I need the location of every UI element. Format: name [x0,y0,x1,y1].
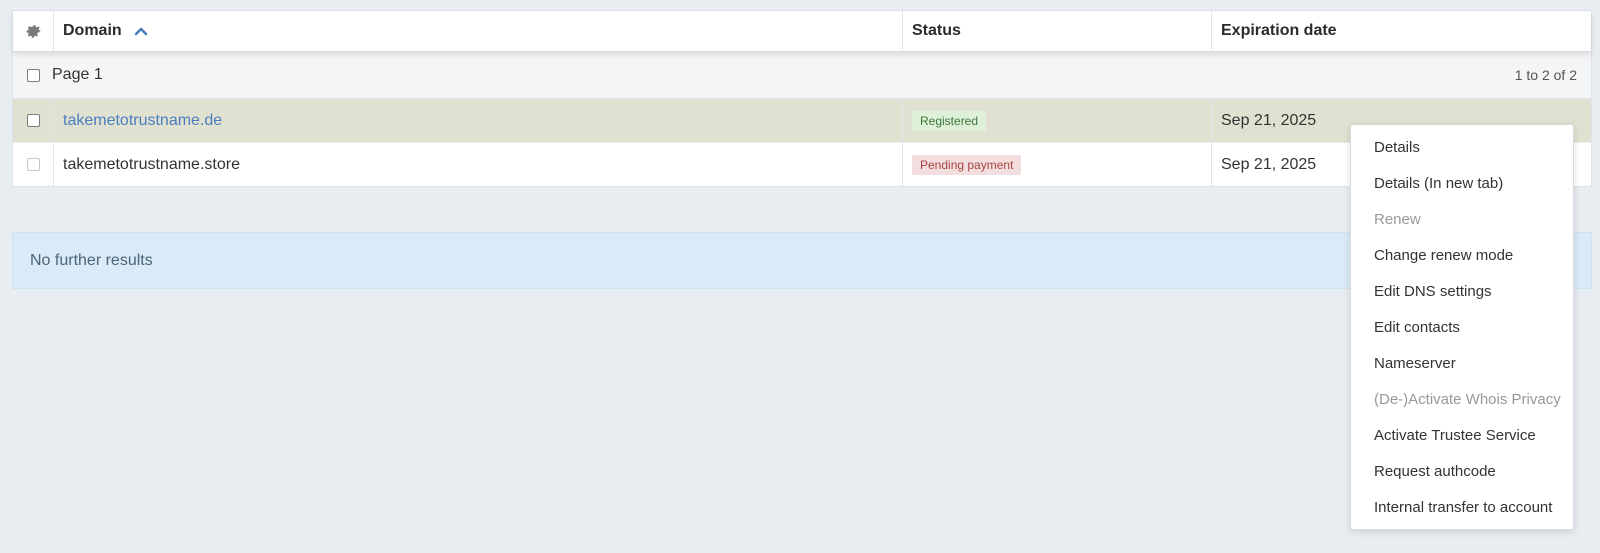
header-status-label: Status [912,22,961,39]
table-header: Domain Status Expiration date [13,11,1591,52]
row-checkbox-cell [13,99,53,142]
row-checkbox[interactable] [26,114,40,127]
menu-item-internal-transfer[interactable]: Internal transfer to account [1351,489,1573,525]
range-label: 1 to 2 of 2 [1514,67,1577,83]
gear-icon[interactable] [23,21,43,41]
menu-item-request-authcode[interactable]: Request authcode [1351,453,1573,489]
domain-name: takemetotrustname.store [63,155,240,173]
menu-item-change-renew-mode[interactable]: Change renew mode [1351,237,1573,273]
menu-item-edit-contacts[interactable]: Edit contacts [1351,309,1573,345]
menu-item-details[interactable]: Details [1351,129,1573,165]
chevron-up-icon[interactable] [134,26,148,36]
header-domain[interactable]: Domain [53,11,902,51]
header-status[interactable]: Status [902,11,1211,51]
status-badge: Registered [912,110,987,131]
row-checkbox-cell [13,143,53,186]
domain-cell: takemetotrustname.de [53,99,902,142]
expiration-date: Sep 21, 2025 [1221,111,1317,129]
menu-item-details-new-tab[interactable]: Details (In new tab) [1351,165,1573,201]
menu-item-renew: Renew [1374,210,1421,228]
context-menu: Details Details (In new tab) Renew Chang… [1350,124,1574,530]
row-checkbox[interactable] [26,158,40,171]
header-domain-label: Domain [63,22,122,39]
domain-link[interactable]: takemetotrustname.de [63,112,222,130]
menu-item-edit-dns-settings[interactable]: Edit DNS settings [1351,273,1573,309]
select-page-checkbox[interactable] [27,68,40,82]
menu-item-whois-privacy: (De-)Activate Whois Privacy [1374,390,1561,408]
page-label: Page 1 [52,66,103,83]
no-results-text: No further results [30,251,153,269]
page-bar: Page 1 1 to 2 of 2 [13,52,1591,99]
header-expiration[interactable]: Expiration date [1211,11,1591,51]
status-cell: Registered [902,99,1211,142]
menu-item-nameserver[interactable]: Nameserver [1351,345,1573,381]
status-cell: Pending payment [902,143,1211,186]
domain-cell: takemetotrustname.store [53,143,902,186]
expiration-date: Sep 21, 2025 [1221,155,1317,173]
menu-item-trustee-service[interactable]: Activate Trustee Service [1351,417,1573,453]
status-badge: Pending payment [912,154,1022,175]
settings-cell[interactable] [13,11,53,51]
page-select-group: Page 1 [27,52,103,98]
header-expiration-label: Expiration date [1221,22,1337,39]
